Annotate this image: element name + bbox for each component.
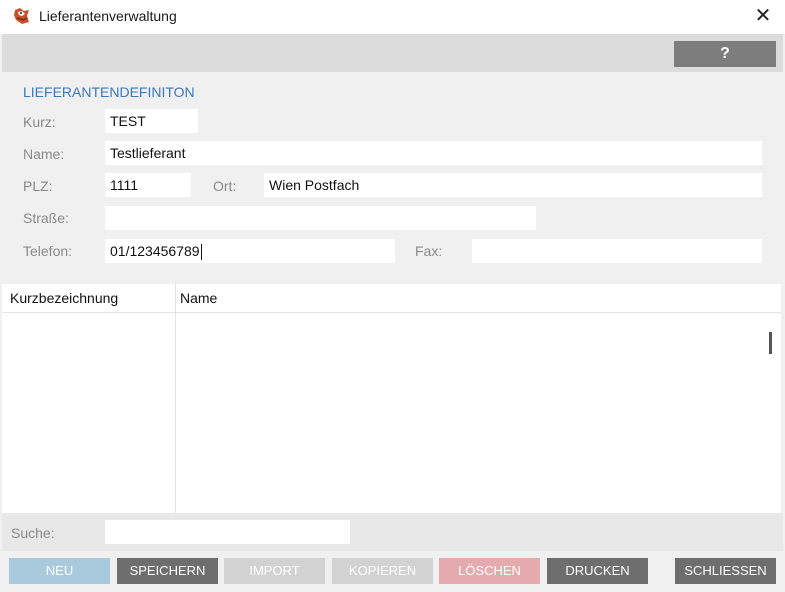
search-input[interactable] bbox=[105, 520, 350, 544]
fox-logo-icon bbox=[14, 8, 29, 24]
name-field[interactable]: Testlieferant bbox=[105, 141, 762, 165]
copy-button[interactable]: KOPIEREN bbox=[332, 558, 433, 584]
close-button[interactable]: SCHLIESSEN bbox=[675, 558, 776, 584]
fax-field[interactable] bbox=[472, 239, 762, 263]
ort-label: Ort: bbox=[213, 178, 237, 194]
kurz-label: Kurz: bbox=[23, 114, 56, 130]
kurz-field[interactable]: TEST bbox=[105, 109, 198, 133]
fax-label: Fax: bbox=[415, 243, 443, 259]
column-divider bbox=[175, 284, 176, 513]
plz-label: PLZ: bbox=[23, 178, 53, 194]
telefon-label: Telefon: bbox=[23, 243, 73, 259]
text-cursor bbox=[200, 244, 202, 261]
dialog-window: Lieferantenverwaltung ✕ ? LIEFERANTENDEF… bbox=[0, 0, 785, 592]
help-button[interactable]: ? bbox=[674, 41, 776, 67]
save-button[interactable]: SPEICHERN bbox=[117, 558, 218, 584]
supplier-table[interactable]: Kurzbezeichnung Name bbox=[2, 284, 781, 513]
import-button[interactable]: IMPORT bbox=[224, 558, 325, 584]
window-title: Lieferantenverwaltung bbox=[39, 8, 177, 24]
column-header-name[interactable]: Name bbox=[180, 290, 217, 306]
close-icon[interactable]: ✕ bbox=[748, 2, 778, 30]
print-button[interactable]: DRUCKEN bbox=[547, 558, 648, 584]
name-label: Name: bbox=[23, 146, 65, 162]
plz-field[interactable]: 1111 bbox=[105, 173, 191, 197]
ort-field[interactable]: Wien Postfach bbox=[264, 173, 762, 197]
column-header-kurzbezeichnung[interactable]: Kurzbezeichnung bbox=[10, 290, 118, 306]
telefon-value: 01/123456789 bbox=[110, 243, 200, 259]
new-button[interactable]: NEU bbox=[9, 558, 110, 584]
strasse-label: Straße: bbox=[23, 210, 69, 226]
telefon-field[interactable]: 01/123456789 bbox=[105, 239, 395, 263]
toolbar bbox=[2, 34, 783, 72]
section-title: LIEFERANTENDEFINITON bbox=[23, 84, 195, 100]
title-bar: Lieferantenverwaltung ✕ bbox=[0, 0, 785, 34]
scrollbar-thumb[interactable] bbox=[769, 332, 772, 354]
strasse-field[interactable] bbox=[105, 206, 536, 230]
delete-button[interactable]: LÖSCHEN bbox=[439, 558, 540, 584]
search-label: Suche: bbox=[11, 525, 55, 541]
table-header: Kurzbezeichnung Name bbox=[2, 284, 781, 313]
